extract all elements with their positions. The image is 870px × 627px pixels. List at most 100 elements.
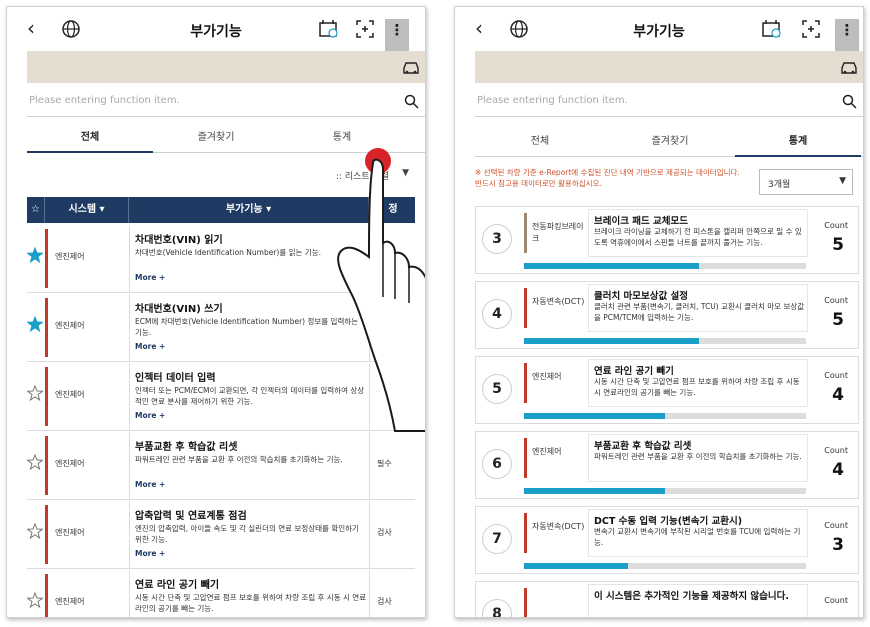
system-name: 엔진제어	[55, 597, 85, 606]
system-name: 엔진제어	[532, 372, 562, 381]
function-name[interactable]: 인젝터 데이터 입력	[135, 369, 216, 384]
tab-bar: 전체 즐겨찾기 통계	[475, 129, 863, 157]
search-bar[interactable]: Please entering function item.	[27, 87, 425, 117]
stat-card[interactable]: 7 자동변속(DCT) DCT 수동 입력 기능(변속기 교환시) 변속기 교환시 변…	[475, 506, 859, 574]
function-name[interactable]: 연료 라인 공기 빼기	[135, 576, 219, 591]
count-value: 5	[832, 235, 844, 255]
count-value: 4	[832, 460, 844, 480]
count-value: 3	[832, 535, 844, 555]
header-system-label: 시스템	[68, 204, 97, 215]
count-label: Count	[824, 296, 848, 305]
function-name[interactable]: 이 시스템은 추가적인 기능을 제공하지 않습니다.	[594, 588, 789, 602]
function-tag: 필수	[377, 459, 392, 468]
car-icon[interactable]	[401, 58, 421, 76]
capture-icon[interactable]	[354, 18, 376, 40]
function-name[interactable]: 부품교환 후 학습값 리셋	[594, 438, 691, 452]
system-color-bar	[45, 229, 48, 288]
tab-favorites[interactable]: 즐겨찾기	[605, 129, 735, 157]
header-function-label: 부가기능	[225, 204, 263, 215]
rank-badge: 8	[482, 599, 512, 617]
star-outline-icon[interactable]	[27, 454, 43, 470]
kebab-menu-icon[interactable]: ⋮	[835, 19, 859, 51]
system-name: 자동변속(DCT)	[532, 522, 585, 531]
star-filled-icon[interactable]	[27, 316, 43, 332]
star-filled-icon[interactable]	[27, 247, 43, 263]
search-icon[interactable]	[842, 94, 857, 109]
tab-all[interactable]: 전체	[27, 125, 153, 153]
rank-badge: 5	[482, 374, 512, 404]
vehicle-banner	[475, 51, 863, 83]
more-link[interactable]: More +	[135, 549, 165, 558]
function-tag: 검사	[377, 597, 392, 606]
system-color-bar	[45, 436, 48, 495]
capture-icon[interactable]	[800, 18, 822, 40]
more-link[interactable]: More +	[135, 342, 165, 351]
search-input[interactable]: Please entering function item.	[477, 95, 628, 106]
function-name[interactable]: DCT 수동 입력 기능(변속기 교환시)	[594, 513, 742, 527]
sort-arrow-icon: ▾	[266, 204, 272, 215]
count-label: Count	[824, 596, 848, 605]
count-value: 5	[832, 310, 844, 330]
tab-statistics[interactable]: 통계	[735, 129, 861, 157]
table-row[interactable]: 엔진제어 압축압력 및 연료계통 점검엔진의 압축압력, 아이들 속도 및 각 실…	[27, 501, 415, 569]
usage-progress-fill	[524, 563, 629, 569]
stat-card[interactable]: 5 엔진제어 연료 라인 공기 빼기 시동 시간 단축 및 고압연료 펌프 보호를 위…	[475, 356, 859, 424]
system-name: 엔진제어	[532, 447, 562, 456]
stat-card[interactable]: 6 엔진제어 부품교환 후 학습값 리셋 파워트레인 관련 부품을 교환 후 이전의 …	[475, 431, 859, 499]
header-system[interactable]: 시스템 ▾	[45, 197, 129, 223]
car-icon[interactable]	[839, 58, 859, 76]
usage-progress-fill	[524, 413, 665, 419]
more-link[interactable]: More +	[135, 480, 165, 489]
function-description: 시동 시간 단축 및 고압연료 펌프 보호를 위하여 차량 조립 후 시동 시 …	[135, 593, 367, 613]
usage-progress-bar	[524, 488, 806, 494]
column-divider	[369, 432, 370, 499]
usage-progress-fill	[524, 263, 699, 269]
tab-favorites[interactable]: 즐겨찾기	[153, 125, 279, 153]
column-divider	[129, 570, 130, 617]
function-description: 엔진의 압축압력, 아이들 속도 및 각 실린더의 연료 보정상태를 확인하기 …	[135, 524, 359, 544]
table-row[interactable]: 엔진제어 부품교환 후 학습값 리셋 파워트레인 관련 부품을 교환 후 이전의 학…	[27, 432, 415, 500]
rank-badge: 7	[482, 524, 512, 554]
stat-card[interactable]: 8 이 시스템은 추가적인 기능을 제공하지 않습니다. Count	[475, 581, 859, 617]
more-link[interactable]: More +	[135, 411, 165, 420]
kebab-menu-icon[interactable]: ⋮	[385, 19, 409, 51]
system-name: 자동변속(DCT)	[532, 297, 585, 306]
function-name[interactable]: 차대번호(VIN) 쓰기	[135, 300, 223, 315]
stat-card[interactable]: 3 전동파킹브레이크 브레이크 패드 교체모드 브레이크 라이닝을 교체하기 전 피스…	[475, 206, 859, 274]
search-bar[interactable]: Please entering function item.	[475, 87, 863, 117]
system-name: 엔진제어	[55, 252, 85, 261]
stat-card[interactable]: 4 자동변속(DCT) 클러치 마모보상값 설정 클러치 관련 부품(변속기, 클러치…	[475, 281, 859, 349]
period-value: 3개월	[768, 180, 791, 190]
calendar-icon[interactable]	[761, 18, 783, 40]
rank-badge: 4	[482, 299, 512, 329]
function-name[interactable]: 연료 라인 공기 빼기	[594, 363, 674, 377]
table-row[interactable]: 엔진제어 연료 라인 공기 빼기시동 시간 단축 및 고압연료 펌프 보호를 위하…	[27, 570, 415, 617]
function-name[interactable]: 부품교환 후 학습값 리셋	[135, 438, 237, 453]
function-name[interactable]: 압축압력 및 연료계통 점검	[135, 507, 247, 522]
more-link[interactable]: More +	[135, 273, 165, 282]
star-outline-icon[interactable]	[27, 523, 43, 539]
count-label: Count	[824, 371, 848, 380]
top-bar: ‹ 부가기능 ⋮	[455, 7, 863, 51]
star-outline-icon[interactable]	[27, 385, 43, 401]
column-divider	[129, 363, 130, 430]
star-outline-icon[interactable]	[27, 592, 43, 608]
calendar-icon[interactable]	[318, 18, 340, 40]
system-name: 엔진제어	[55, 528, 85, 537]
function-description: 시동 시간 단축 및 고압연료 펌프 보호를 위하여 차량 조립 후 시동 시 …	[594, 377, 800, 397]
header-star[interactable]: ☆	[27, 197, 45, 223]
period-select[interactable]: 3개월 ▼	[759, 169, 853, 195]
system-name: 엔진제어	[55, 390, 85, 399]
column-divider	[129, 501, 130, 568]
function-name[interactable]: 차대번호(VIN) 읽기	[135, 231, 223, 246]
tab-all[interactable]: 전체	[475, 129, 605, 157]
function-description: 변속기 교환시 변속기에 부착된 시리얼 번호를 TCU에 입력하는 기능.	[594, 527, 801, 547]
rank-badge: 6	[482, 449, 512, 479]
vehicle-banner	[27, 51, 425, 83]
function-name[interactable]: 클러치 마모보상값 설정	[594, 288, 688, 302]
function-name[interactable]: 브레이크 패드 교체모드	[594, 213, 688, 227]
search-icon[interactable]	[404, 94, 419, 109]
search-input[interactable]: Please entering function item.	[29, 95, 180, 106]
column-divider	[129, 294, 130, 361]
hand-pointer-icon	[337, 148, 425, 432]
